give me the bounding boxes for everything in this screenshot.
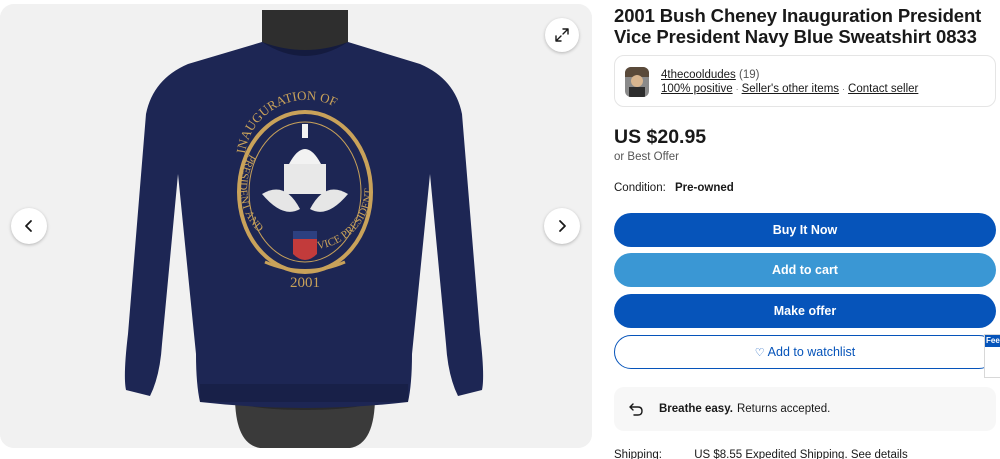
condition-row: Condition: Pre-owned: [614, 182, 734, 194]
make-offer-button[interactable]: Make offer: [614, 294, 996, 328]
condition-value: Pre-owned: [675, 182, 734, 194]
chevron-left-icon: [25, 220, 32, 232]
product-photo[interactable]: INAUGURATION OF PRESIDENT AND VICE PRESI…: [0, 4, 592, 448]
add-to-cart-button[interactable]: Add to cart: [614, 253, 996, 287]
returns-text: Returns accepted.: [736, 403, 831, 415]
expand-icon: [555, 28, 569, 42]
seller-avatar[interactable]: [625, 67, 649, 97]
price: US $20.95: [614, 126, 707, 148]
returns-banner: Breathe easy. Returns accepted.: [614, 387, 996, 431]
contact-seller-link[interactable]: Contact seller: [848, 83, 918, 95]
heart-icon: ♡: [754, 346, 765, 359]
shipping-value: US $8.55 Expedited Shipping. See details: [694, 449, 908, 459]
seal-year: 2001: [290, 275, 320, 291]
seller-card: 4thecooldudes (19) 100% positive · Seller'…: [614, 55, 996, 107]
condition-label: Condition:: [614, 182, 666, 194]
seller-positive-feedback-link[interactable]: 100% positive: [661, 83, 733, 95]
listing-title: 2001 Bush Cheney Inauguration President …: [614, 5, 982, 47]
feedback-tab[interactable]: Fee: [984, 334, 1000, 378]
seller-feedback-count: (19): [739, 69, 760, 81]
seller-other-items-link[interactable]: Seller's other items: [742, 83, 839, 95]
image-gallery[interactable]: INAUGURATION OF PRESIDENT AND VICE PRESI…: [0, 4, 592, 448]
returns-strong-text: Breathe easy.: [659, 403, 733, 415]
add-to-watchlist-button[interactable]: ♡ Add to watchlist: [614, 335, 996, 369]
best-offer-text: or Best Offer: [614, 151, 679, 163]
returns-icon: [629, 403, 643, 416]
shipping-label: Shipping:: [614, 449, 662, 459]
expand-image-button[interactable]: [545, 18, 579, 52]
chevron-right-icon: [559, 220, 566, 232]
previous-image-button[interactable]: [11, 208, 47, 244]
feedback-tab-label: Fee: [985, 335, 1000, 347]
next-image-button[interactable]: [544, 208, 580, 244]
listing-details-panel: 2001 Bush Cheney Inauguration President …: [614, 0, 998, 459]
watchlist-label: Add to watchlist: [767, 345, 856, 359]
seller-name-link[interactable]: 4thecooldudes: [661, 69, 736, 81]
buy-it-now-button[interactable]: Buy It Now: [614, 213, 996, 247]
shipping-row: Shipping: US $8.55 Expedited Shipping. S…: [614, 449, 908, 459]
